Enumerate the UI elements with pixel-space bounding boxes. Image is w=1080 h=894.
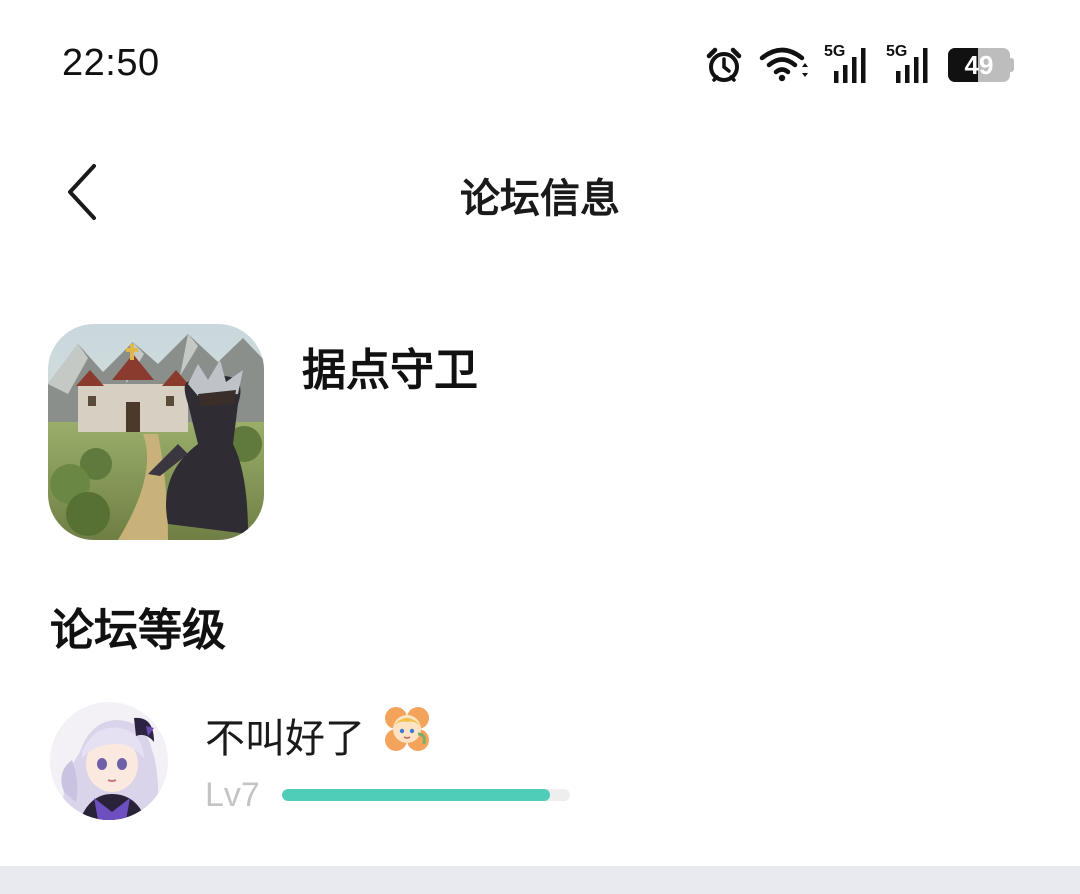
section-title: 论坛等级 <box>50 605 226 656</box>
battery-level: 49 <box>964 50 994 80</box>
bottom-divider <box>0 866 1080 894</box>
level-progress-bar <box>282 789 570 801</box>
user-name: 不叫好了 <box>205 716 365 762</box>
forum-name: 据点守卫 <box>302 345 478 396</box>
page-title: 论坛信息 <box>460 176 620 222</box>
battery-icon: 49 <box>948 48 1014 82</box>
level-progress-fill <box>282 789 550 801</box>
status-time: 22:50 <box>62 42 160 84</box>
signal-5g-icon: 5G <box>824 43 872 85</box>
avatar[interactable] <box>50 702 168 820</box>
wifi-icon <box>758 45 810 85</box>
forum-cover-image[interactable] <box>48 324 264 540</box>
alarm-icon <box>704 45 744 85</box>
forum-info-page: 22:50 5G 5G 49 论坛信息 据点守卫 论坛等级 不叫好了 Lv7 <box>0 0 1080 894</box>
level-label: Lv7 <box>205 776 260 814</box>
status-icons: 5G 5G 49 <box>704 43 1014 86</box>
user-badge-icon <box>382 704 432 754</box>
signal-5g-icon: 5G <box>886 43 934 85</box>
